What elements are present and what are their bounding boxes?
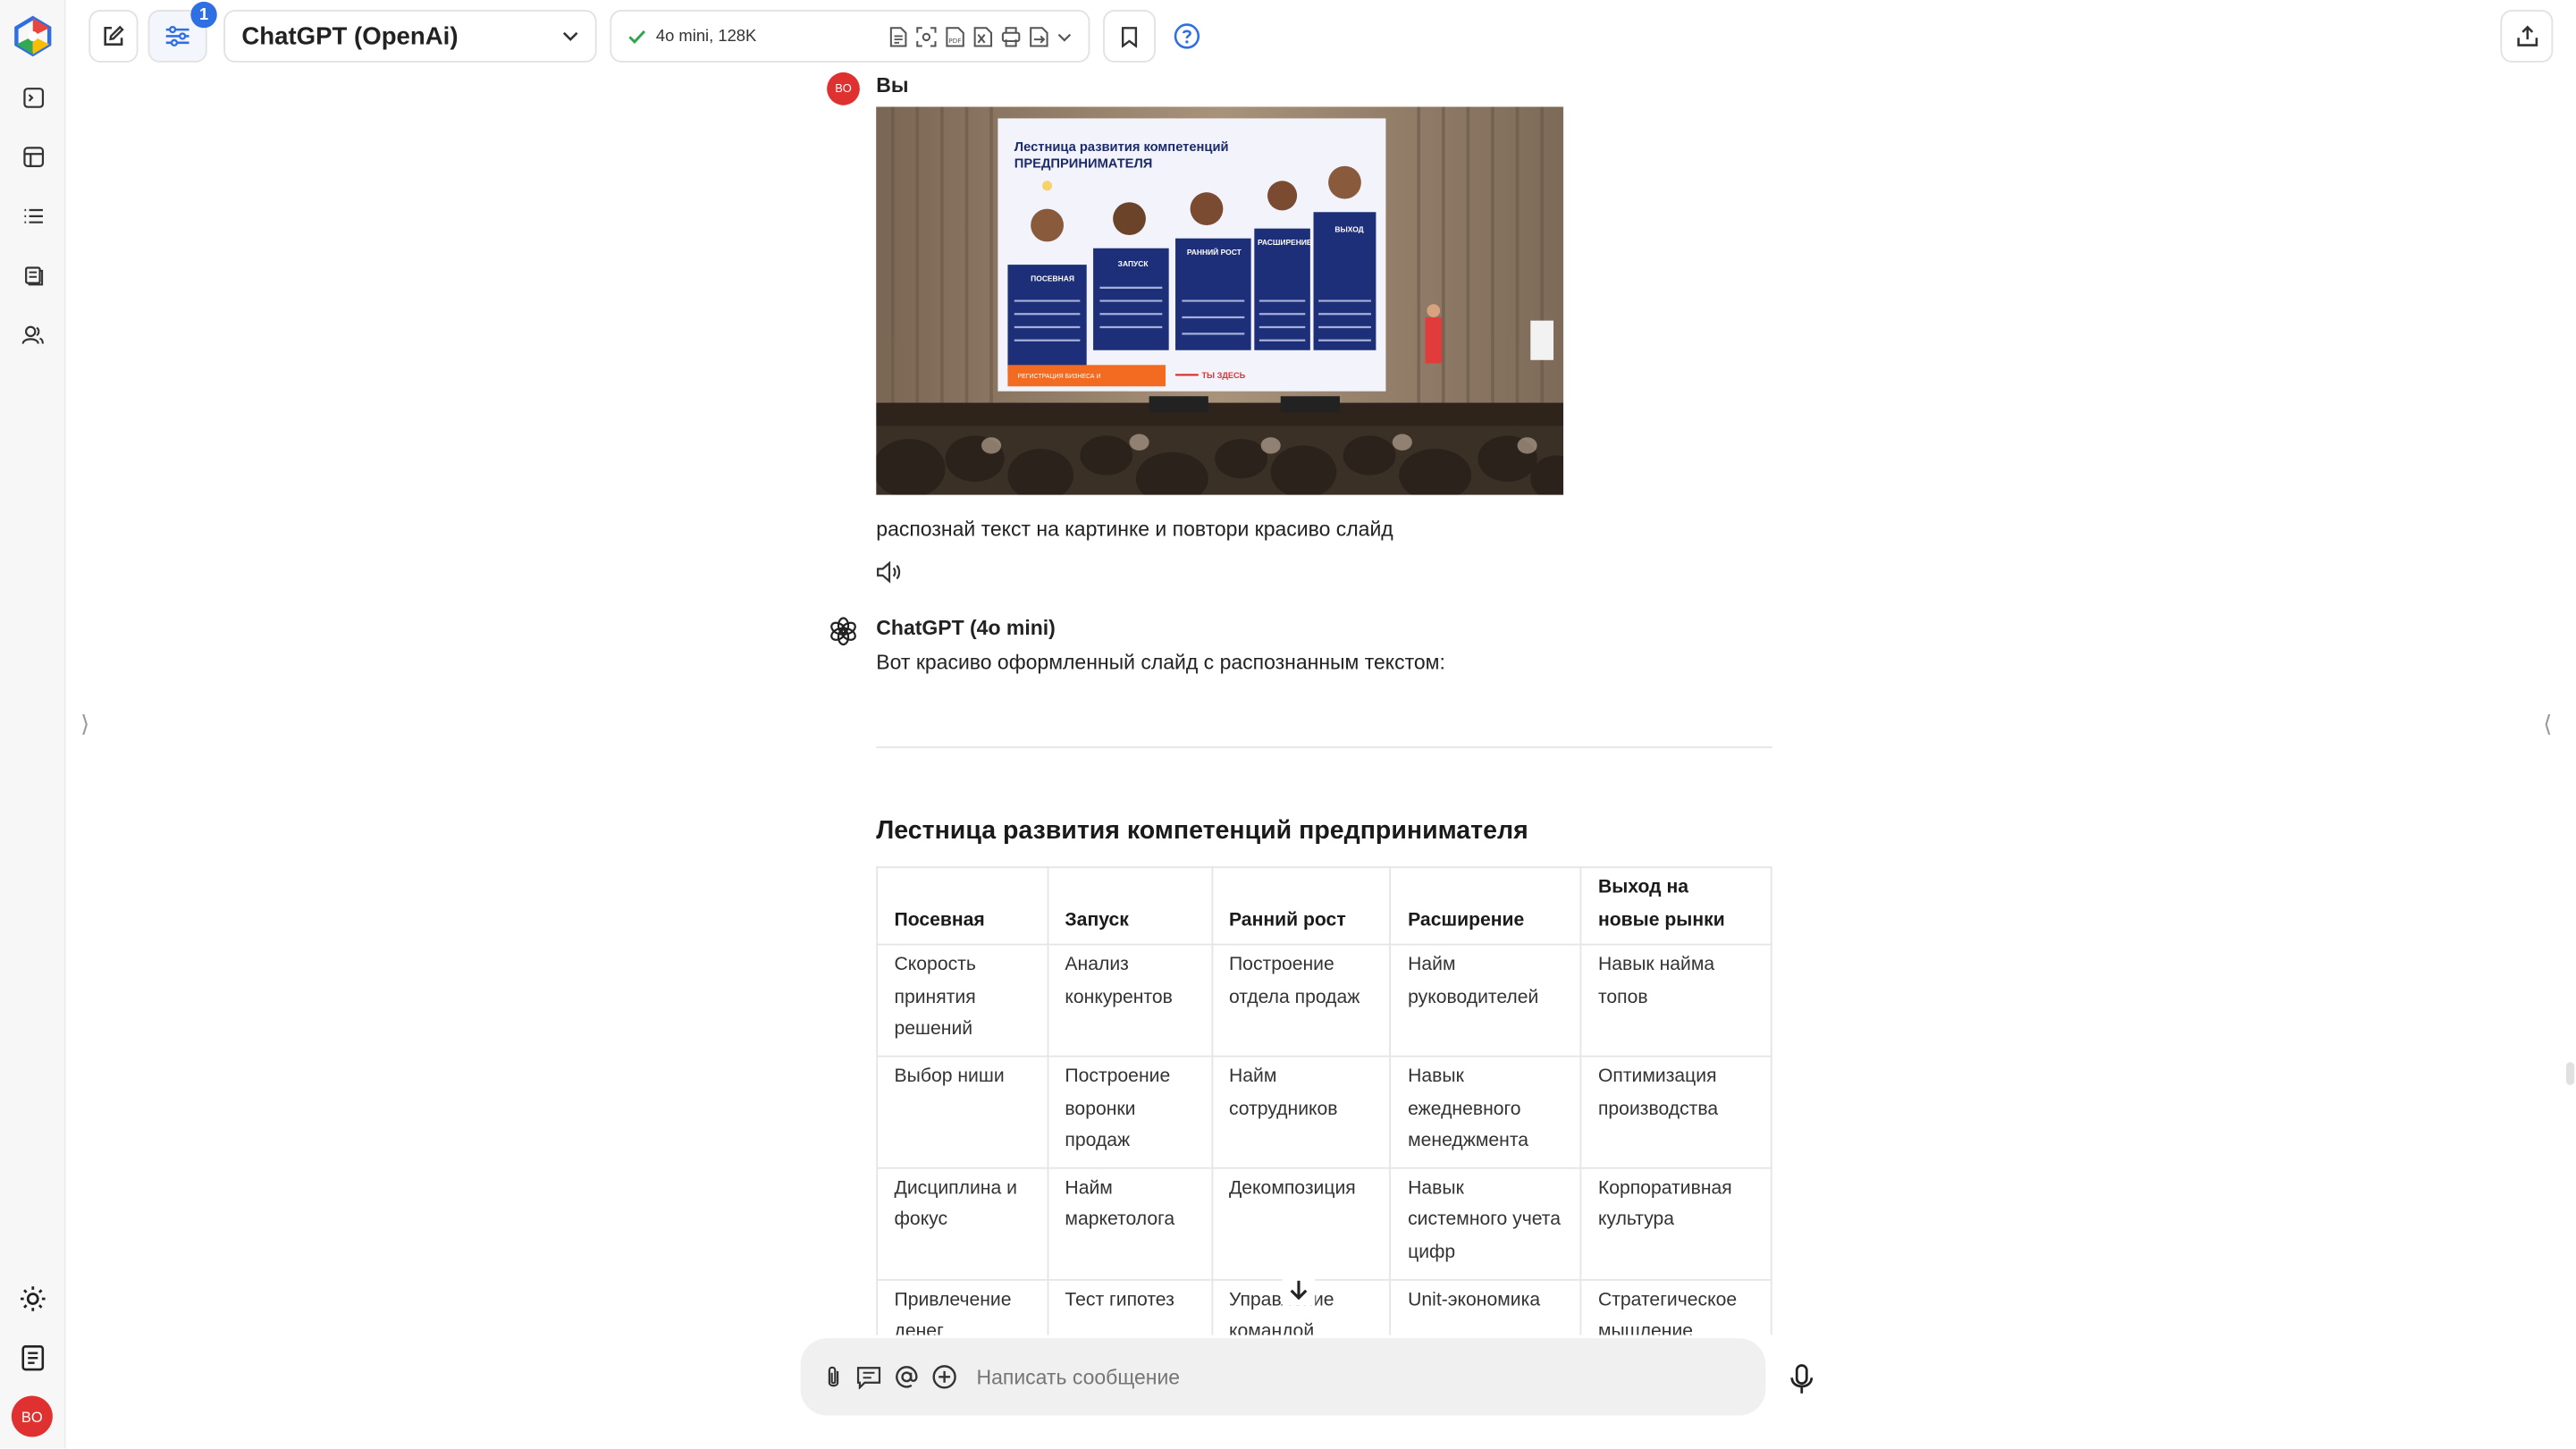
table-cell: Декомпозиция — [1210, 1167, 1392, 1280]
svg-text:ВЫХОД: ВЫХОД — [1334, 224, 1363, 233]
table-header-cell: Ранний рост — [1210, 866, 1392, 946]
pdf-icon[interactable]: PDF — [946, 26, 965, 47]
bookmark-icon — [1121, 26, 1138, 47]
model-name: ChatGPT (OpenAi) — [241, 21, 459, 51]
message-input[interactable] — [976, 1365, 1700, 1389]
layout-icon[interactable] — [16, 139, 49, 173]
notes-icon[interactable] — [16, 1342, 49, 1375]
document-icon[interactable] — [889, 26, 907, 47]
tools-chevron-down-icon[interactable] — [1057, 32, 1073, 42]
context-info-bar[interactable]: 4o mini, 128K PDF — [610, 10, 1090, 63]
openai-logo-icon — [829, 617, 858, 646]
theme-sun-icon[interactable] — [16, 1283, 49, 1316]
app-root: BO 1 ChatGPT (OpenAi) 4o mini, 128K PDF — [0, 0, 2576, 1449]
table-cell: Навык ежедневного менеджмента — [1389, 1055, 1582, 1169]
table-row: Выбор ниши Построение воронки продаж Най… — [876, 1055, 1772, 1169]
table-cell: Корпоративная культура — [1579, 1167, 1772, 1280]
attached-image[interactable]: Лестница развития компетенций ПРЕДПРИНИМ… — [876, 106, 1564, 495]
svg-text:РАСШИРЕНИЕ: РАСШИРЕНИЕ — [1258, 238, 1312, 247]
model-select[interactable]: ChatGPT (OpenAi) — [223, 10, 597, 63]
share-upload-button[interactable] — [2500, 10, 2554, 63]
assistant-intro-text: Вот красиво оформленный слайд с распозна… — [876, 651, 1445, 675]
table-cell: Анализ конкурентов — [1047, 944, 1213, 1057]
check-icon — [628, 29, 646, 44]
screenshot-icon[interactable] — [915, 26, 937, 47]
edit-icon — [104, 25, 124, 46]
users-icon[interactable] — [16, 317, 49, 350]
svg-text:ТЫ ЗДЕСЬ: ТЫ ЗДЕСЬ — [1201, 371, 1245, 380]
competency-table: Посевная Запуск Ранний рост Расширение В… — [876, 866, 1772, 1360]
table-header-cell: Посевная — [876, 866, 1049, 946]
slide-heading: Лестница развития компетенций предприним… — [876, 817, 1528, 846]
slide-title-text: Лестница развития компетенций — [1014, 140, 1229, 155]
table-row: Дисциплина и фокус Найм маркетолога Деко… — [876, 1167, 1772, 1280]
table-header-cell: Выход на новые рынки — [1579, 866, 1772, 946]
svg-text:PDF: PDF — [948, 36, 961, 44]
left-rail: BO — [0, 0, 66, 1449]
notification-badge: 1 — [190, 1, 217, 29]
bookmark-button[interactable] — [1103, 10, 1156, 63]
table-cell: Построение отдела продаж — [1210, 944, 1392, 1057]
message-composer — [800, 1338, 1766, 1416]
sliders-icon — [165, 25, 189, 46]
paperclip-icon[interactable] — [823, 1365, 843, 1390]
speaker-icon[interactable] — [876, 560, 902, 584]
left-panel-toggle-icon[interactable]: ⟩ — [80, 711, 89, 738]
library-icon[interactable] — [16, 258, 49, 291]
microphone-icon[interactable] — [1787, 1363, 1816, 1396]
scrollbar-thumb[interactable] — [2565, 1062, 2575, 1085]
svg-text:РАННИЙ РОСТ: РАННИЙ РОСТ — [1187, 247, 1242, 257]
scroll-to-bottom-button[interactable] — [1282, 1272, 1316, 1306]
table-header-cell: Запуск — [1047, 866, 1213, 946]
table-cell: Найм маркетолога — [1047, 1167, 1213, 1280]
message-avatar: BO — [827, 72, 860, 105]
help-icon[interactable] — [1174, 23, 1200, 49]
svg-text:РЕГИСТРАЦИЯ БИЗНЕСА И: РЕГИСТРАЦИЯ БИЗНЕСА И — [1017, 374, 1100, 380]
table-cell: Выбор ниши — [876, 1055, 1049, 1169]
user-avatar[interactable]: BO — [11, 1395, 53, 1437]
table-cell: Навык системного учета цифр — [1389, 1167, 1582, 1280]
excel-icon[interactable] — [973, 26, 993, 47]
new-chat-button[interactable] — [88, 10, 139, 63]
svg-text:ПРЕДПРИНИМАТЕЛЯ: ПРЕДПРИНИМАТЕЛЯ — [1014, 157, 1153, 172]
app-logo-icon[interactable] — [10, 13, 55, 59]
table-header-row: Посевная Запуск Ранний рост Расширение В… — [876, 866, 1772, 946]
table-row: Скорость принятия решений Анализ конкуре… — [876, 944, 1772, 1057]
conference-photo: Лестница развития компетенций ПРЕДПРИНИМ… — [876, 106, 1564, 495]
svg-text:ЗАПУСК: ЗАПУСК — [1118, 259, 1149, 268]
table-cell: Навык найма топов — [1579, 944, 1772, 1057]
table-cell: Найм сотрудников — [1210, 1055, 1392, 1169]
file-export-icon[interactable] — [1029, 26, 1048, 47]
list-icon[interactable] — [16, 199, 49, 232]
upload-icon — [2516, 25, 2538, 46]
right-panel-toggle-icon[interactable]: ⟨ — [2543, 711, 2552, 738]
svg-text:ПОСЕВНАЯ: ПОСЕВНАЯ — [1031, 274, 1074, 283]
arrow-down-icon — [1290, 1279, 1308, 1300]
table-cell: Дисциплина и фокус — [876, 1167, 1049, 1280]
table-cell: Скорость принятия решений — [876, 944, 1049, 1057]
chevron-down-icon — [562, 31, 578, 41]
table-header-cell: Расширение — [1389, 866, 1582, 946]
mention-at-icon[interactable] — [895, 1365, 920, 1390]
terminal-icon[interactable] — [16, 80, 49, 114]
table-cell: Найм руководителей — [1389, 944, 1582, 1057]
divider — [876, 746, 1772, 748]
prompt-library-icon[interactable] — [856, 1365, 881, 1389]
table-cell: Оптимизация производства — [1579, 1055, 1772, 1169]
table-cell: Построение воронки продаж — [1047, 1055, 1213, 1169]
assistant-author: ChatGPT (4o mini) — [876, 616, 1056, 640]
context-info: 4o mini, 128K — [655, 27, 757, 46]
add-circle-icon[interactable] — [932, 1365, 957, 1390]
print-icon[interactable] — [1001, 26, 1021, 47]
message-author: Вы — [876, 73, 909, 97]
user-message-text: распознай текст на картинке и повтори кр… — [876, 518, 1393, 542]
